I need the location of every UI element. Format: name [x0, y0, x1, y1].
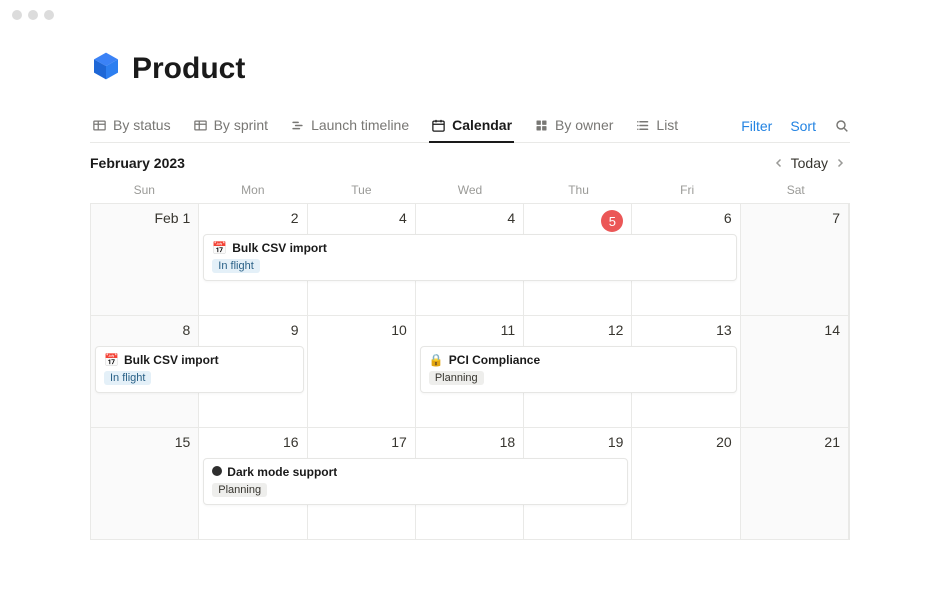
day-cell[interactable]: Feb 1 — [91, 204, 199, 315]
tab-label: List — [656, 117, 678, 133]
tab-list[interactable]: List — [633, 111, 680, 143]
tab-label: By owner — [555, 117, 613, 133]
weekday-label: Wed — [416, 179, 525, 203]
day-number: 11 — [501, 322, 516, 338]
tab-by-sprint[interactable]: By sprint — [191, 111, 270, 143]
week-row: 15 16 17 18 19 20 21 Dark mode support Planning — [91, 428, 849, 540]
tab-calendar[interactable]: Calendar — [429, 111, 514, 143]
day-cell[interactable]: 10 — [308, 316, 416, 427]
day-number: 16 — [283, 434, 299, 450]
weekday-label: Thu — [524, 179, 633, 203]
tab-by-status[interactable]: By status — [90, 111, 173, 143]
day-number: 6 — [724, 210, 732, 226]
day-number: 9 — [291, 322, 299, 338]
window-dot — [12, 10, 22, 20]
day-number: 15 — [175, 434, 191, 450]
box-icon — [90, 50, 122, 87]
day-number: 18 — [500, 434, 516, 450]
tab-label: Launch timeline — [311, 117, 409, 133]
day-number: 8 — [182, 322, 190, 338]
day-number: 14 — [824, 322, 840, 338]
page-header: Product — [90, 50, 850, 87]
tab-by-owner[interactable]: By owner — [532, 111, 615, 143]
event-card[interactable]: 🔒 PCI Compliance Planning — [420, 346, 737, 393]
tab-launch-timeline[interactable]: Launch timeline — [288, 111, 411, 143]
weekday-label: Sun — [90, 179, 199, 203]
event-title: Bulk CSV import — [124, 353, 219, 367]
board-icon — [534, 118, 549, 133]
prev-month-button[interactable] — [769, 157, 789, 169]
event-title: Dark mode support — [227, 465, 337, 479]
day-cell[interactable]: 14 — [741, 316, 849, 427]
event-status-tag: Planning — [429, 371, 484, 385]
day-number: 20 — [716, 434, 732, 450]
event-title: Bulk CSV import — [232, 241, 327, 255]
weekday-label: Tue — [307, 179, 416, 203]
event-icon: 🔒 — [429, 353, 444, 367]
window-controls — [0, 0, 940, 30]
event-card[interactable]: 📅 Bulk CSV import In flight — [203, 234, 736, 281]
calendar-grid: Feb 1 2 4 4 5 6 7 📅 Bulk CSV import In flight 8 9 10… — [90, 203, 850, 540]
window-dot — [44, 10, 54, 20]
day-number: 4 — [399, 210, 407, 226]
calendar-header: February 2023 Today — [90, 143, 850, 179]
event-icon: 📅 — [212, 241, 227, 255]
day-number: 2 — [291, 210, 299, 226]
sort-button[interactable]: Sort — [790, 112, 816, 142]
day-number: 10 — [391, 322, 407, 338]
weekday-header: SunMonTueWedThuFriSat — [90, 179, 850, 203]
day-cell[interactable]: 15 — [91, 428, 199, 539]
list-icon — [635, 118, 650, 133]
day-number: 4 — [507, 210, 515, 226]
weekday-label: Fri — [633, 179, 742, 203]
table-icon — [193, 118, 208, 133]
today-button[interactable]: Today — [789, 155, 830, 171]
table-icon — [92, 118, 107, 133]
view-tabs: By status By sprint Launch timeline Calenda… — [90, 111, 850, 143]
tab-label: Calendar — [452, 117, 512, 133]
event-icon: 📅 — [104, 353, 119, 367]
window-dot — [28, 10, 38, 20]
filter-button[interactable]: Filter — [741, 112, 772, 142]
timeline-icon — [290, 118, 305, 133]
weekday-label: Sat — [741, 179, 850, 203]
event-card[interactable]: Dark mode support Planning — [203, 458, 628, 505]
day-cell[interactable]: 20 — [632, 428, 740, 539]
today-badge: 5 — [601, 210, 623, 232]
tab-label: By sprint — [214, 117, 268, 133]
weekday-label: Mon — [199, 179, 308, 203]
week-row: 8 9 10 11 12 13 14 📅 Bulk CSV import In flight 🔒 PC… — [91, 316, 849, 428]
next-month-button[interactable] — [830, 157, 850, 169]
search-icon[interactable] — [834, 112, 850, 142]
day-number: 13 — [716, 322, 732, 338]
day-number: 17 — [391, 434, 407, 450]
day-cell[interactable]: 21 — [741, 428, 849, 539]
day-number: 12 — [608, 322, 624, 338]
event-card[interactable]: 📅 Bulk CSV import In flight — [95, 346, 304, 393]
day-number: 7 — [832, 210, 840, 226]
day-cell[interactable]: 7 — [741, 204, 849, 315]
event-status-tag: In flight — [212, 259, 259, 273]
tab-label: By status — [113, 117, 171, 133]
day-number: Feb 1 — [154, 210, 190, 226]
event-title: PCI Compliance — [449, 353, 540, 367]
day-number: 19 — [608, 434, 624, 450]
month-label: February 2023 — [90, 155, 185, 171]
event-status-tag: In flight — [104, 371, 151, 385]
week-row: Feb 1 2 4 4 5 6 7 📅 Bulk CSV import In flight — [91, 204, 849, 316]
dark-circle-icon — [212, 465, 222, 479]
day-number: 21 — [824, 434, 840, 450]
page-title: Product — [132, 52, 245, 86]
event-status-tag: Planning — [212, 483, 267, 497]
calendar-icon — [431, 118, 446, 133]
